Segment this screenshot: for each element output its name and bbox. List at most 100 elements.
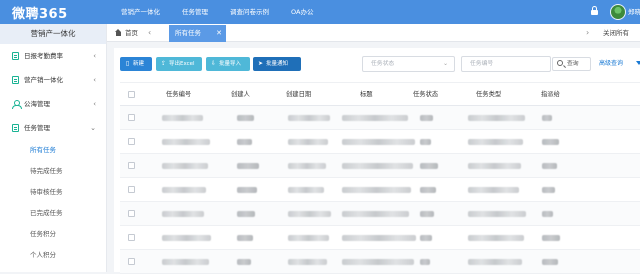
obscured-cell: [162, 139, 210, 145]
obscured-cell: [237, 211, 255, 217]
row-checkbox[interactable]: [128, 258, 135, 265]
sidebar-item-public-pool[interactable]: 公海管理 ‹: [0, 92, 106, 116]
batch-notify-button[interactable]: ➤ 批量通知: [253, 57, 301, 71]
column-header[interactable]: 指派给: [541, 83, 560, 106]
table-row[interactable]: [120, 178, 640, 202]
table-body: [120, 106, 640, 274]
obscured-cell: [288, 259, 327, 265]
row-checkbox[interactable]: [128, 114, 135, 121]
file-icon: ▯: [125, 60, 130, 67]
table-row[interactable]: [120, 130, 640, 154]
document-icon: [12, 124, 19, 132]
new-button[interactable]: ▯ 新建: [120, 57, 152, 71]
tab-scroll-left-icon[interactable]: ‹: [148, 24, 151, 42]
sidebar-title: 营销产一体化: [0, 24, 106, 44]
tab-all-tasks[interactable]: 所有任务 ✕: [169, 25, 226, 42]
sidebar-item-daily-report[interactable]: 日报考勤费率 ‹: [0, 44, 106, 68]
obscured-cell: [288, 115, 330, 121]
sidebar-subitem-review[interactable]: 待审核任务: [0, 182, 106, 203]
row-checkbox[interactable]: [128, 138, 135, 145]
topnav-item-survey[interactable]: 调查问卷示例: [219, 0, 280, 24]
obscured-cell: [162, 259, 209, 265]
table-row[interactable]: [120, 202, 640, 226]
sidebar-subitem-all-tasks[interactable]: 所有任务: [0, 140, 106, 161]
close-all-tabs-button[interactable]: 关闭所有: [603, 24, 629, 42]
tab-scroll-right-icon[interactable]: ›: [586, 24, 589, 42]
new-button-label: 新建: [133, 61, 145, 67]
main-panel: ▯ 新建 ⇪ 导出Excel ⇩ 批量导入 ➤ 批量通知 任务状态 ⌄ 任务编号 查询 …: [114, 48, 640, 274]
obscured-cell: [542, 259, 558, 265]
app-logo[interactable]: 微聘365: [12, 3, 68, 22]
column-header[interactable]: 任务状态: [413, 83, 438, 106]
column-header[interactable]: 标题: [360, 83, 373, 106]
obscured-cell: [342, 115, 408, 121]
task-number-input[interactable]: 任务编号: [461, 56, 551, 72]
row-checkbox[interactable]: [128, 186, 135, 193]
column-header[interactable]: 创建日期: [286, 83, 311, 106]
obscured-cell: [237, 235, 253, 241]
sidebar-item-marketing[interactable]: 营产销一体化 ‹: [0, 68, 106, 92]
status-select-placeholder: 任务状态: [371, 61, 395, 67]
tab-label: 所有任务: [175, 29, 201, 37]
export-icon: ⇪: [160, 60, 167, 67]
topnav-item-tasks[interactable]: 任务管理: [171, 0, 219, 24]
obscured-cell: [542, 163, 557, 169]
obscured-cell: [542, 235, 560, 241]
row-checkbox[interactable]: [128, 210, 135, 217]
obscured-cell: [162, 235, 211, 241]
obscured-cell: [542, 211, 553, 217]
status-select[interactable]: 任务状态 ⌄: [362, 56, 455, 72]
chevron-left-icon: ‹: [93, 100, 96, 108]
filter-icon[interactable]: [636, 61, 640, 65]
top-navbar: 微聘365 营销产一体化 任务管理 调查问卷示例 OA办公 郑晓星: [0, 0, 640, 24]
table-row[interactable]: [120, 154, 640, 178]
topnav-item-marketing[interactable]: 营销产一体化: [110, 0, 171, 24]
obscured-cell: [162, 187, 206, 193]
advanced-search-link[interactable]: 高级查询: [599, 57, 623, 71]
username[interactable]: 郑晓星: [628, 0, 640, 24]
obscured-cell: [468, 187, 519, 193]
sidebar-subitem-personal-points[interactable]: 个人积分: [0, 245, 106, 266]
obscured-cell: [237, 187, 257, 193]
obscured-cell: [288, 235, 329, 241]
table-row[interactable]: [120, 106, 640, 130]
lock-icon[interactable]: [591, 6, 598, 16]
column-header[interactable]: 创建人: [231, 83, 250, 106]
sidebar-item-task-management[interactable]: 任务管理 ⌄: [0, 116, 106, 140]
user-icon: [12, 100, 22, 109]
obscured-cell: [420, 115, 433, 121]
topnav-item-oa[interactable]: OA办公: [280, 0, 324, 24]
select-all-checkbox[interactable]: [128, 91, 135, 98]
export-excel-button[interactable]: ⇪ 导出Excel: [156, 57, 202, 71]
obscured-cell: [342, 187, 411, 193]
top-nav: 营销产一体化 任务管理 调查问卷示例 OA办公: [110, 0, 324, 24]
chevron-down-icon: ⌄: [90, 124, 96, 132]
row-checkbox[interactable]: [128, 234, 135, 241]
avatar[interactable]: [610, 4, 626, 20]
row-checkbox[interactable]: [128, 162, 135, 169]
sidebar-subitem-task-points[interactable]: 任务积分: [0, 224, 106, 245]
batch-import-button[interactable]: ⇩ 批量导入: [206, 57, 250, 71]
tab-home-label: 首页: [125, 29, 138, 37]
sidebar-item-label: 营产销一体化: [24, 76, 63, 84]
obscured-cell: [342, 211, 409, 217]
obscured-cell: [162, 163, 208, 169]
sidebar-subitem-completed[interactable]: 已完成任务: [0, 203, 106, 224]
sidebar-subitem-pending[interactable]: 待完成任务: [0, 161, 106, 182]
table-row[interactable]: [120, 250, 640, 274]
task-table: 任务编号 创建人 创建日期 标题 任务状态 任务类型 指派给: [120, 82, 640, 274]
search-button[interactable]: 查询: [552, 57, 591, 71]
table-row[interactable]: [120, 226, 640, 250]
obscured-cell: [420, 163, 438, 169]
obscured-cell: [468, 211, 526, 217]
obscured-cell: [420, 187, 436, 193]
obscured-cell: [542, 187, 555, 193]
tab-home[interactable]: 首页: [115, 24, 138, 42]
obscured-cell: [237, 139, 252, 145]
column-header[interactable]: 任务编号: [166, 83, 191, 106]
search-button-label: 查询: [567, 61, 579, 67]
column-header[interactable]: 任务类型: [476, 83, 501, 106]
obscured-cell: [542, 115, 552, 121]
close-icon[interactable]: ✕: [216, 25, 222, 42]
obscured-cell: [420, 211, 434, 217]
